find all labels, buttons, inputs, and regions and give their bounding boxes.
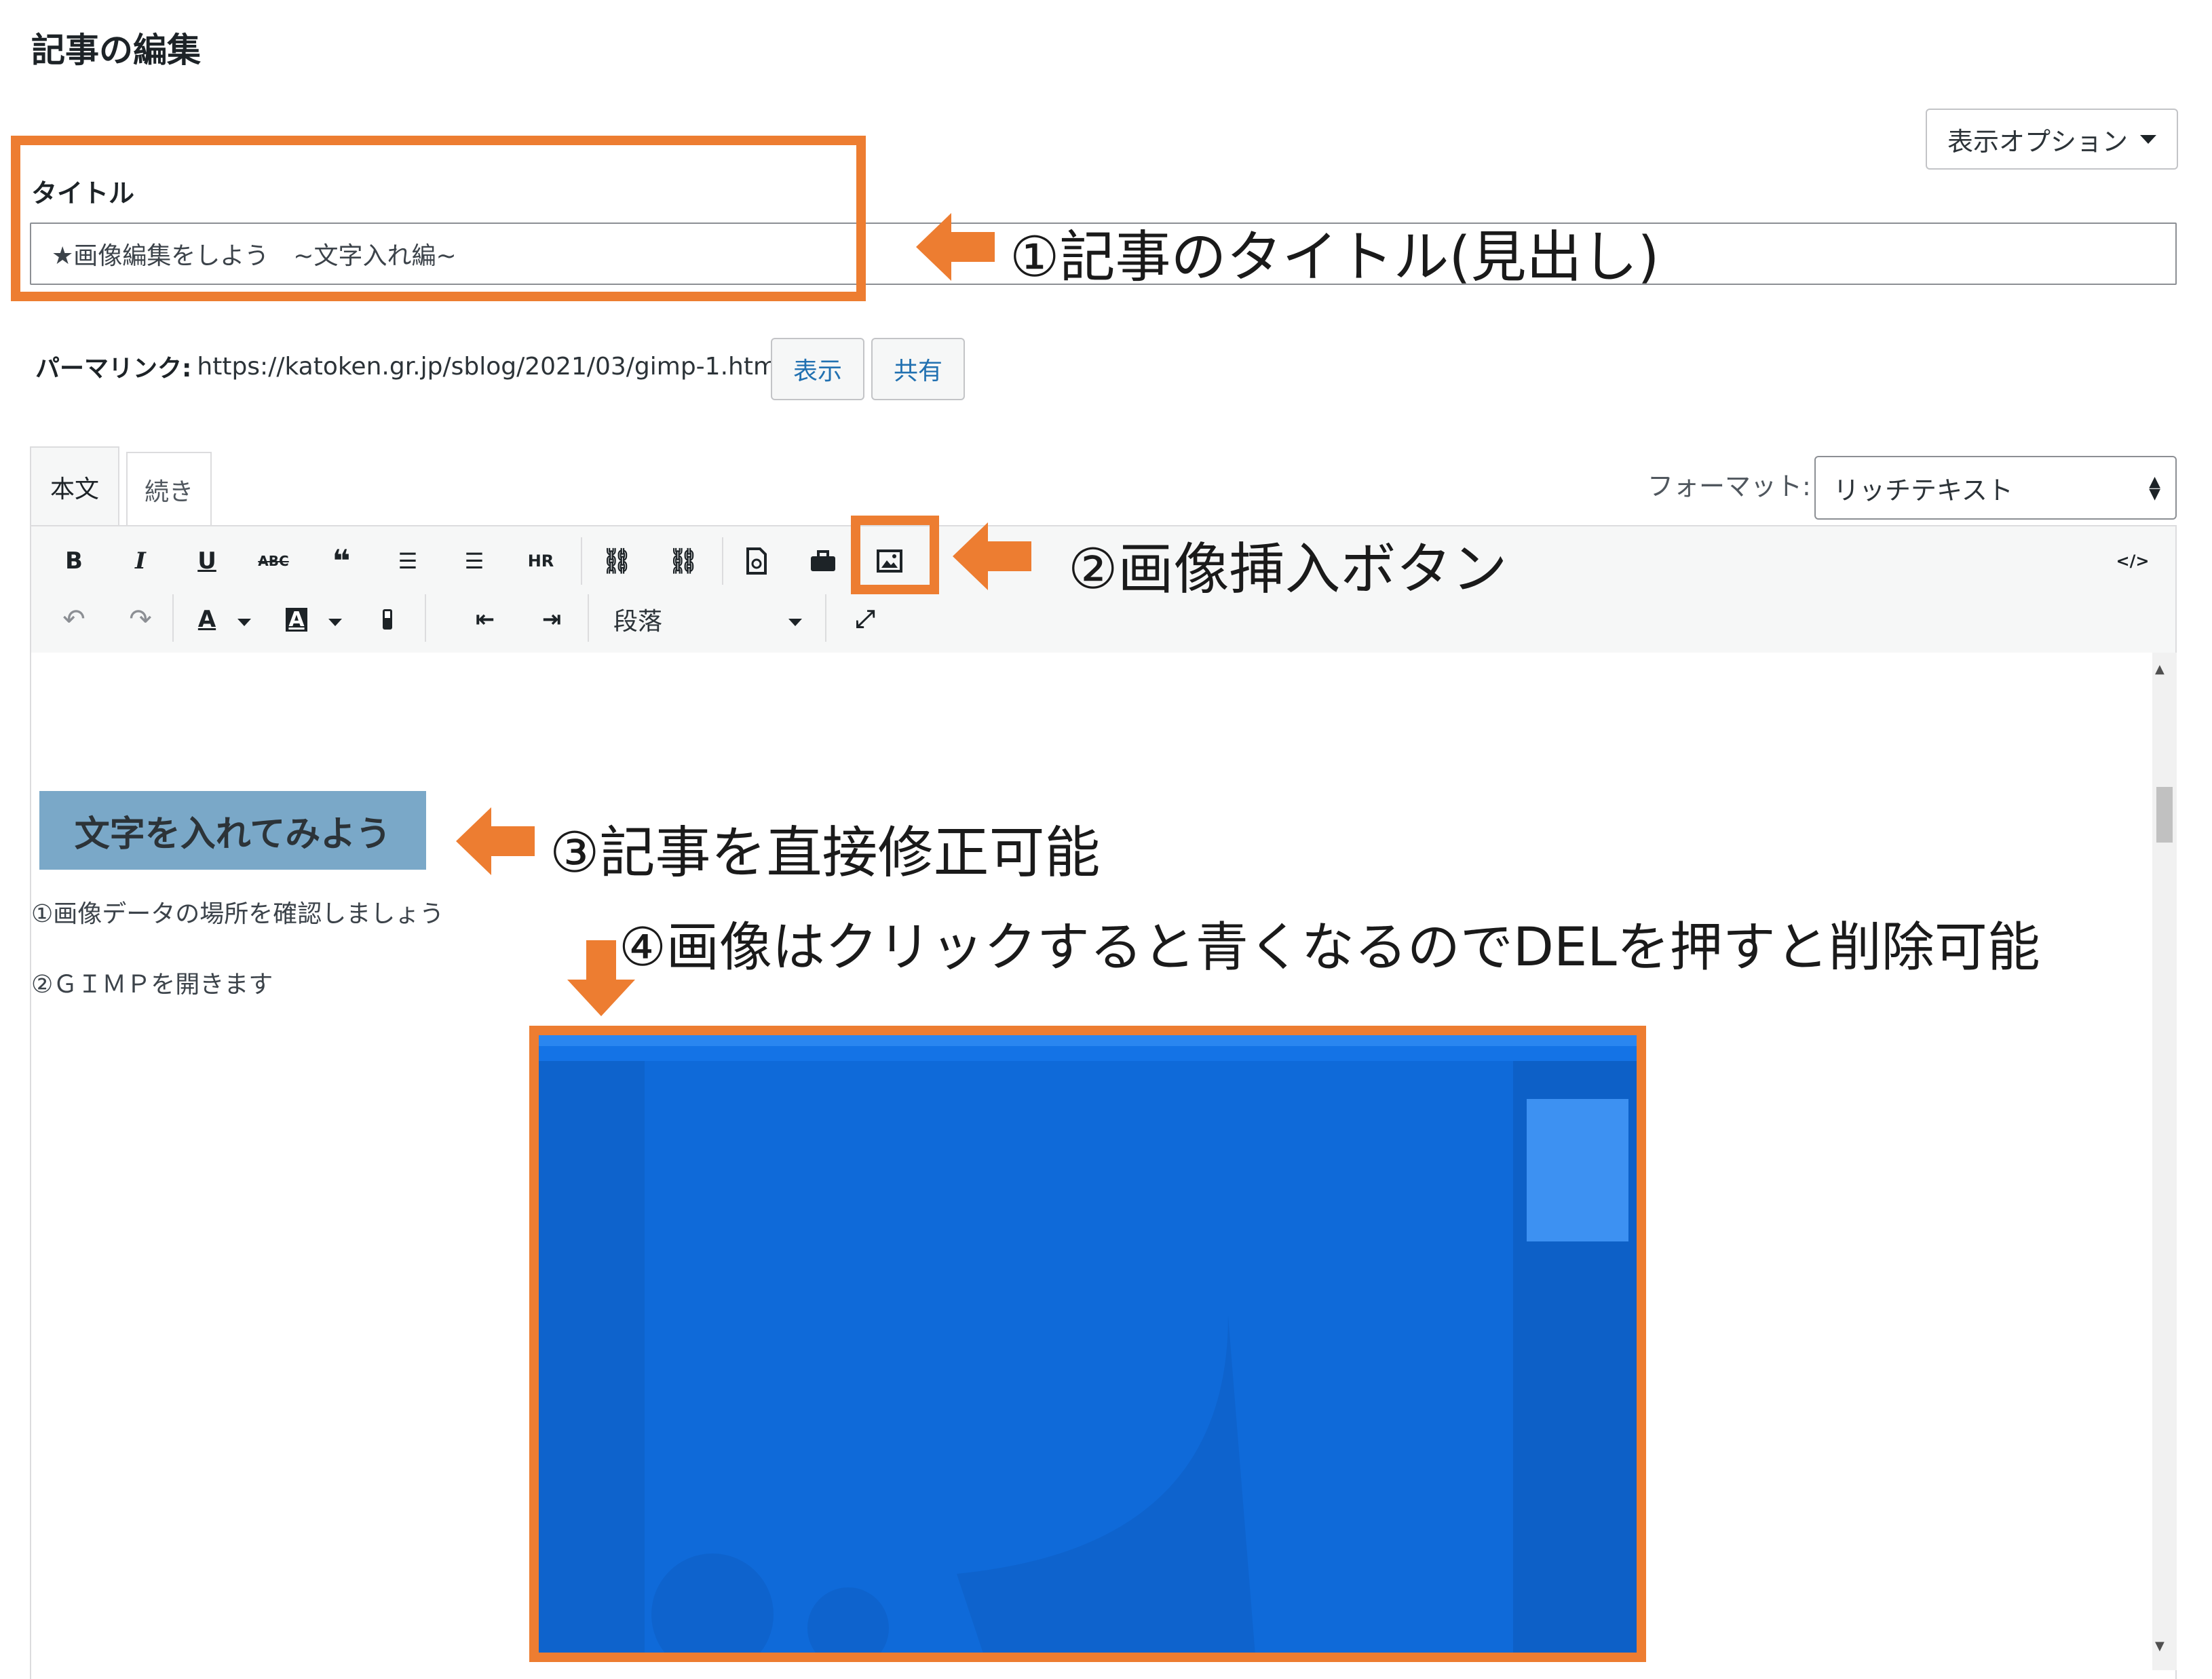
arrow-left-icon [456,807,535,875]
background-color-icon[interactable]: A [274,597,319,642]
permalink-label: パーマリンク: [35,355,192,383]
toolbar-separator [588,594,589,642]
numbered-list-icon[interactable]: ☰ [452,539,497,583]
outdent-icon[interactable]: ⇤ [463,597,508,642]
bullet-list-icon[interactable]: ☰ [385,539,430,583]
bold-button[interactable]: B [52,539,96,583]
caret-down-icon [2140,134,2156,144]
toolbar-separator [722,537,723,585]
file-insert-icon[interactable] [734,539,779,583]
permalink-url[interactable]: https://katoken.gr.jp/sblog/2021/03/gimp… [197,353,784,381]
indent-icon[interactable]: ⇥ [529,597,574,642]
select-arrows-icon: ▲ ▼ [2149,474,2160,503]
page-title: 記事の編集 [31,31,201,70]
scroll-down-icon[interactable]: ▼ [2155,1639,2165,1653]
tab-continue[interactable]: 続き [126,452,212,526]
background-color-dropdown-icon[interactable] [328,619,342,626]
fullscreen-icon[interactable]: ⤢ [843,597,888,642]
scroll-up-icon[interactable]: ▲ [2155,662,2165,676]
screen-options-label: 表示オプション [1947,126,2128,157]
annotation-image-button: ②画像挿入ボタン [1068,537,1508,602]
format-selected-value: リッチテキスト [1833,475,2013,505]
undo-icon[interactable]: ↶ [52,597,96,642]
strikethrough-button[interactable]: ABC [251,539,296,583]
arrow-left-icon [953,522,1031,590]
permalink-view-button[interactable]: 表示 [771,338,864,400]
underline-button[interactable]: U [185,539,229,583]
horizontal-rule-button[interactable]: HR [518,539,563,583]
scrollbar-thumb[interactable] [2156,787,2173,843]
blockquote-icon[interactable]: ❝ [319,539,364,583]
permalink-share-button[interactable]: 共有 [871,338,965,400]
paragraph-format-select[interactable]: 段落 [592,597,809,642]
text-color-icon[interactable]: A [185,597,229,642]
annotation-box-image-button [851,516,939,594]
toolbar-separator [581,537,582,585]
media-briefcase-icon[interactable] [801,539,845,583]
toolbar-separator [172,594,174,642]
eraser-icon[interactable] [365,597,410,642]
annotation-delete-image: ④画像はクリックすると青くなるのでDELを押すと削除可能 [619,917,2040,978]
content-paragraph[interactable]: ②ＧＩＭＰを開きます [31,965,273,1000]
content-paragraph[interactable]: ①画像データの場所を確認しましょう [31,894,444,929]
text-color-dropdown-icon[interactable] [237,619,251,626]
permalink-row: パーマリンク: https://katoken.gr.jp/sblog/2021… [35,349,784,384]
annotation-box-image [529,1026,1646,1662]
format-select[interactable]: リッチテキスト ▲ ▼ [1814,456,2177,520]
unlink-icon[interactable]: ⛓ [661,539,706,583]
paragraph-format-label: 段落 [613,608,663,636]
annotation-box-title [11,136,866,301]
annotation-direct-edit: ③記事を直接修正可能 [550,821,1101,885]
toolbar-separator [825,594,826,642]
annotation-title: ①記事のタイトル(見出し) [1010,225,1660,290]
chevron-down-icon[interactable] [788,619,802,626]
redo-icon[interactable]: ↷ [118,597,163,642]
content-heading[interactable]: 文字を入れてみよう [39,791,426,870]
screen-options-button[interactable]: 表示オプション [1926,109,2178,170]
toolbar-separator [425,594,426,642]
tab-body[interactable]: 本文 [30,446,119,526]
format-label: フォーマット: [1647,471,1811,501]
arrow-left-icon [916,213,995,281]
italic-button[interactable]: I [118,539,163,583]
link-icon[interactable]: ⛓ [594,539,639,583]
code-view-button[interactable]: </> [2110,539,2155,583]
